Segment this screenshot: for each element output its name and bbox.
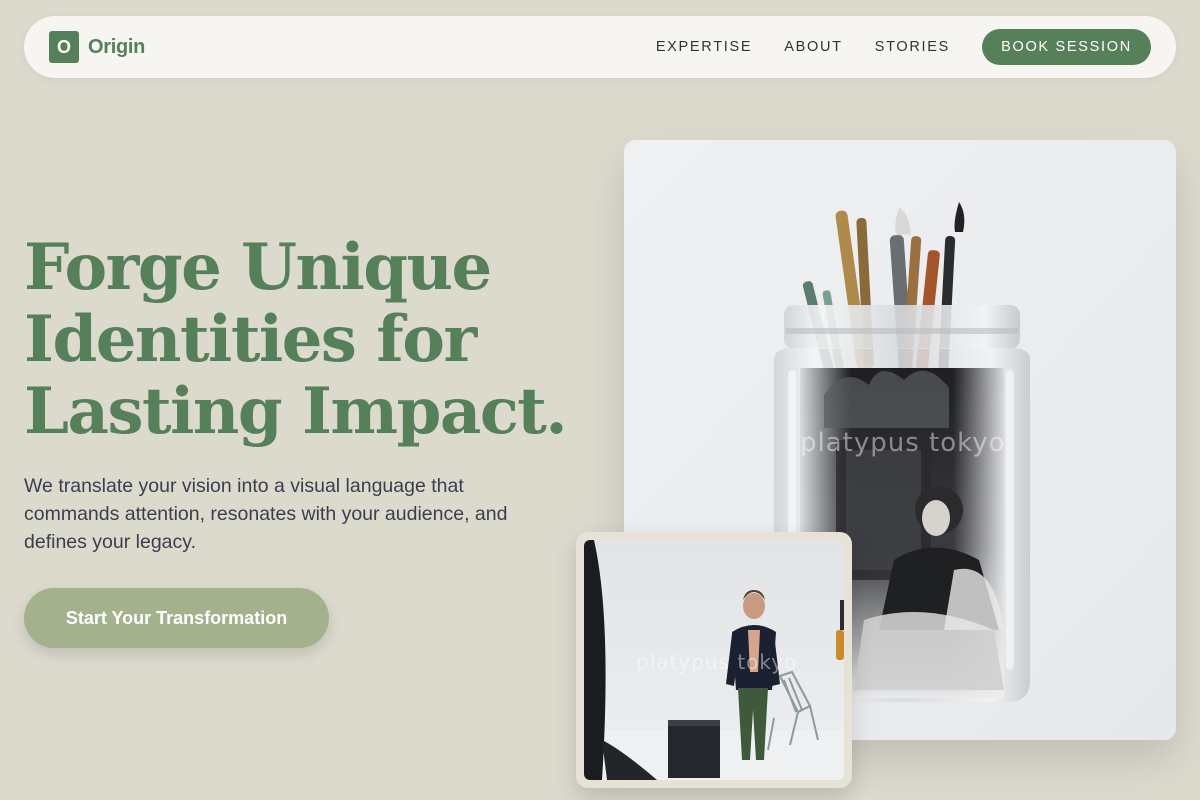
nav-link-about[interactable]: ABOUT <box>784 39 842 55</box>
nav-link-expertise[interactable]: EXPERTISE <box>656 39 752 55</box>
hero-subtitle: We translate your vision into a visual l… <box>24 475 508 553</box>
top-navbar: O Origin EXPERTISE ABOUT STORIES BOOK SE… <box>24 16 1176 78</box>
hero-title: Forge Unique Identities for Lasting Impa… <box>24 232 584 448</box>
nav-links: EXPERTISE ABOUT STORIES <box>624 16 950 78</box>
logo-mark-icon: O <box>49 31 79 63</box>
hero-title-line: Identities for <box>24 302 477 377</box>
start-transformation-button[interactable]: Start Your Transformation <box>24 588 329 648</box>
hero-title-line: Lasting Impact. <box>24 374 568 449</box>
book-session-button[interactable]: BOOK SESSION <box>982 29 1151 65</box>
secondary-image-frame: platypus tokyo <box>576 532 852 788</box>
secondary-image-studio-portrait: platypus tokyo <box>584 540 844 780</box>
image-watermark: platypus tokyo <box>800 428 1006 458</box>
image-watermark: platypus tokyo <box>636 650 798 674</box>
brand-name: Origin <box>88 35 146 58</box>
hero-title-line: Forge Unique <box>24 230 492 305</box>
nav-link-stories[interactable]: STORIES <box>875 39 950 55</box>
brand-logo[interactable]: O Origin <box>49 31 145 63</box>
